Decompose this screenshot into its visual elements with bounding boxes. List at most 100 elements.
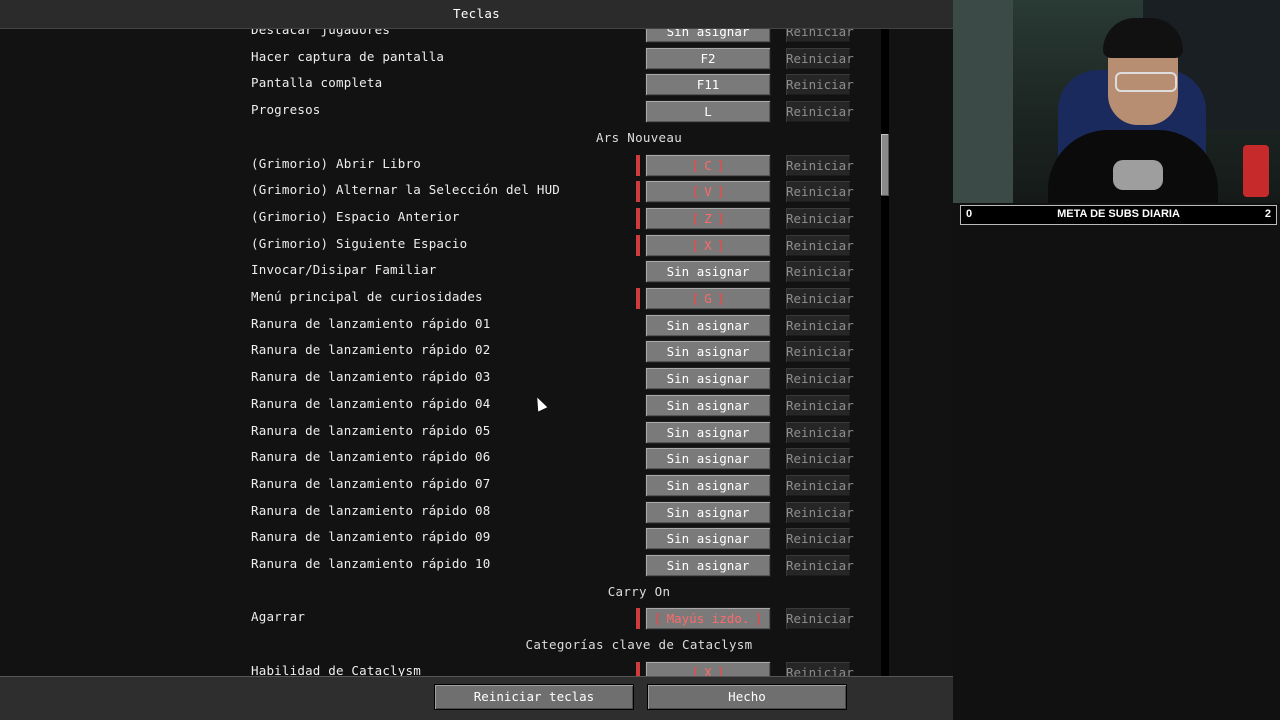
conflict-marker [636,234,640,256]
reset-binding-button[interactable]: Reiniciar [785,153,854,177]
key-value: Sin asignar [666,451,750,467]
keybind-row: Ranura de lanzamiento rápido 09 Sin asign… [0,526,953,552]
reset-binding-button[interactable]: Reiniciar [785,393,854,417]
key-binding-button[interactable]: [V] [645,180,771,204]
key-binding-button[interactable]: F11 [645,73,771,97]
reset-binding-button[interactable]: Reiniciar [785,180,854,204]
key-value: F11 [696,77,720,93]
conflict-bracket-open: [ [691,210,700,226]
key-binding-button[interactable]: Sin asignar [645,554,771,577]
reset-binding-button[interactable]: Reiniciar [785,287,854,310]
key-binding-button[interactable]: [Z] [645,206,771,230]
key-binding-button[interactable]: Sin asignar [645,393,771,417]
reset-binding-button[interactable]: Reiniciar [785,500,854,524]
key-binding-button[interactable]: Sin asignar [645,447,771,471]
keybind-row: Ranura de lanzamiento rápido 06 Sin asign… [0,446,953,472]
category-header: Carry On [0,580,953,606]
key-value: Sin asignar [666,558,750,573]
key-value: G [704,291,712,306]
reset-binding-button[interactable]: Reiniciar [785,447,854,471]
conflict-bracket-open: [ [691,184,700,200]
key-binding-button[interactable]: [X] [645,660,771,676]
key-binding-button[interactable]: [C] [645,153,771,177]
cam-glasses [1115,72,1177,92]
keybind-row: Ranura de lanzamiento rápido 02 Sin asign… [0,339,953,365]
key-value: Sin asignar [666,424,750,440]
reset-binding-button[interactable]: Reiniciar [785,29,854,43]
key-value: Mayús izdo. [666,611,750,627]
reset-binding-button[interactable]: Reiniciar [785,473,854,497]
reset-binding-button[interactable]: Reiniciar [785,313,854,337]
keybind-row: Habilidad de Cataclysm [X] Reiniciar [0,660,953,676]
reset-binding-button[interactable]: Reiniciar [785,260,854,284]
key-binding-button[interactable]: Sin asignar [645,367,771,391]
key-binding-button[interactable]: Sin asignar [645,260,771,284]
reset-binding-button[interactable]: Reiniciar [785,46,854,70]
keybind-label: Pantalla completa [251,75,383,91]
keybind-row: Ranura de lanzamiento rápido 01 Sin asign… [0,313,953,339]
keybind-row: Agarrar [Mayús izdo.] Reiniciar [0,606,953,632]
key-binding-button[interactable]: Sin asignar [645,527,771,551]
reset-binding-button[interactable]: Reiniciar [785,73,854,97]
reset-binding-button[interactable]: Reiniciar [785,233,854,257]
reset-binding-button[interactable]: Reiniciar [785,206,854,230]
keybind-label: Ranura de lanzamiento rápido 04 [251,395,491,411]
done-button[interactable]: Hecho [647,684,847,710]
key-binding-button[interactable]: Sin asignar [645,29,771,43]
category-label: Ars Nouveau [595,129,683,145]
key-value: Sin asignar [666,504,750,520]
key-value: Sin asignar [666,477,750,493]
conflict-marker [636,207,640,229]
keybind-row: Ranura de lanzamiento rápido 07 Sin asign… [0,473,953,499]
sub-goal-bar: 0 META DE SUBS DIARIA 2 [960,205,1277,225]
reset-binding-button[interactable]: Reiniciar [785,340,854,364]
key-value: Sin asignar [666,371,750,387]
key-binding-button[interactable]: L [645,100,771,124]
scrollbar-track[interactable] [881,29,889,676]
keybind-row: Hacer captura de pantalla F2 Reiniciar [0,46,953,72]
conflict-bracket-close: ] [716,291,725,306]
key-value: V [704,184,712,200]
key-binding-button[interactable]: Sin asignar [645,313,771,337]
keybind-label: Ranura de lanzamiento rápido 03 [251,369,491,385]
keybind-label: Ranura de lanzamiento rápido 06 [251,449,491,465]
conflict-marker [636,181,640,203]
conflict-bracket-open: [ [691,291,700,306]
key-binding-button[interactable]: Sin asignar [645,420,771,444]
scrollbar-thumb[interactable] [881,134,889,196]
stream-background [953,203,1280,720]
reset-binding-button[interactable]: Reiniciar [785,607,854,631]
reset-binding-button[interactable]: Reiniciar [785,554,854,577]
conflict-marker [636,661,640,676]
key-binding-button[interactable]: Sin asignar [645,500,771,524]
reset-keys-button[interactable]: Reiniciar teclas [434,684,634,710]
reset-binding-button[interactable]: Reiniciar [785,660,854,676]
keybind-row: Pantalla completa F11 Reiniciar [0,72,953,98]
keybind-row: Invocar/Disipar Familiar Sin asignar Reini… [0,259,953,285]
keybind-label: Ranura de lanzamiento rápido 10 [251,556,491,571]
reset-binding-button[interactable]: Reiniciar [785,367,854,391]
keybind-list[interactable]: Destacar jugadores Sin asignar Reiniciar Ha… [0,29,953,676]
conflict-bracket-close: ] [716,157,725,173]
keybind-label: Ranura de lanzamiento rápido 02 [251,342,491,358]
category-header: Categorías clave de Cataclysm [0,633,953,659]
key-value: L [704,104,712,120]
key-binding-button[interactable]: [X] [645,233,771,257]
reset-binding-button[interactable]: Reiniciar [785,420,854,444]
keybind-row: Destacar jugadores Sin asignar Reiniciar [0,29,953,45]
key-binding-button[interactable]: Sin asignar [645,340,771,364]
key-binding-button[interactable]: Sin asignar [645,473,771,497]
keybind-row: (Grimorio) Espacio Anterior [Z] Reiniciar [0,206,953,232]
key-value: F2 [700,50,716,66]
reset-binding-button[interactable]: Reiniciar [785,100,854,124]
keybind-label: Ranura de lanzamiento rápido 01 [251,315,491,331]
keybind-label: Ranura de lanzamiento rápido 08 [251,502,491,518]
key-binding-button[interactable]: F2 [645,46,771,70]
key-binding-button[interactable]: [ G] [645,287,771,310]
window-title: Teclas [453,6,500,21]
key-value: Sin asignar [666,344,750,360]
key-binding-button[interactable]: [Mayús izdo.] [645,607,771,631]
reset-binding-button[interactable]: Reiniciar [785,527,854,551]
conflict-bracket-close: ] [716,210,725,226]
keybind-row: Ranura de lanzamiento rápido 10 Sin asign… [0,553,953,579]
